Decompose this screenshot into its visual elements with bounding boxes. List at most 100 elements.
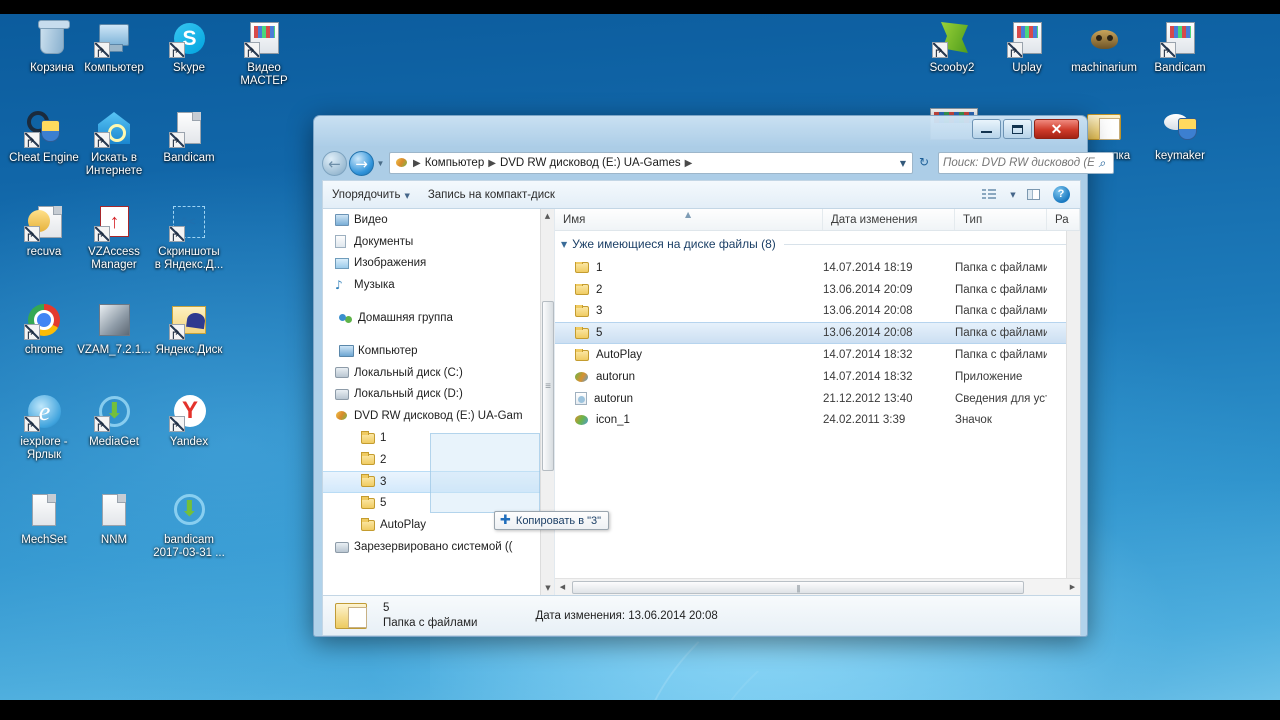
desktop-icon-video-master[interactable]: Видео МАСТЕР (220, 18, 308, 88)
address-dropdown-button[interactable]: ▼ (896, 159, 910, 168)
details-pane[interactable]: 5 Папка с файлами Дата изменения: 13.06.… (322, 596, 1081, 636)
nav-item-документы[interactable]: Документы (323, 231, 541, 253)
desktop-icon-yandex-screenshots[interactable]: Скриншоты в Яндекс.Д... (145, 202, 233, 272)
nav-item-dvd-rw-дисковод-e-ua-gam[interactable]: DVD RW дисковод (E:) UA-Gam (323, 405, 541, 427)
nav-item-1[interactable]: 1 (323, 427, 541, 449)
window-titlebar[interactable]: ✕ (314, 116, 1087, 146)
drive-icon (335, 388, 354, 400)
file-date-cell: 24.02.2011 3:39 (823, 414, 906, 427)
table-row[interactable]: 2 13.06.2014 20:09 Папка с файлами (555, 279, 1080, 301)
address-bar[interactable]: ▶ Компьютер ▶ DVD RW дисковод (E:) UA-Ga… (389, 152, 913, 174)
table-row[interactable]: AutoPlay 14.07.2014 18:32 Папка с файлами (555, 344, 1080, 366)
desktop-icon-keymaker[interactable]: keymaker (1136, 106, 1224, 163)
collapse-triangle-icon[interactable]: ▼ (561, 240, 567, 249)
table-row[interactable]: autorun 14.07.2014 18:32 Приложение (555, 366, 1080, 388)
folder-icon (361, 495, 380, 509)
chrome-icon (24, 300, 64, 343)
desktop-icon-uplay[interactable]: Uplay (983, 18, 1071, 75)
address-bar-row[interactable]: ← → ▼ ▶ Компьютер ▶ DVD RW дисковод (E:)… (314, 146, 1114, 180)
desktop-icon-bandicam[interactable]: Bandicam (145, 108, 233, 165)
close-button[interactable]: ✕ (1034, 119, 1079, 139)
file-list-vertical-scrollbar[interactable] (1066, 231, 1080, 578)
table-row[interactable]: 3 13.06.2014 20:08 Папка с файлами (555, 301, 1080, 323)
breadcrumb-dvd-drive[interactable]: DVD RW дисковод (E:) UA-Games (498, 157, 683, 169)
nav-scrollbar-thumb[interactable] (542, 301, 554, 471)
file-list-pane[interactable]: ▲ Имя Дата изменения Тип Ра ▼ Уже имеющи… (555, 209, 1080, 595)
recent-pages-button[interactable]: ▼ (374, 159, 387, 168)
command-toolbar[interactable]: Упорядочить ▼ Запись на компакт-диск ▼ ? (322, 180, 1081, 208)
forward-button[interactable]: → (349, 150, 374, 176)
file-list-horizontal-scrollbar[interactable]: ◀ ▶ (555, 578, 1080, 595)
organize-label: Упорядочить (332, 188, 401, 201)
table-row[interactable]: 5 13.06.2014 20:08 Папка с файлами (555, 322, 1080, 345)
file-type-cell: Папка с файлами (955, 327, 1047, 340)
search-input[interactable]: Поиск: DVD RW дисковод (E:... (943, 157, 1095, 169)
nav-item-3[interactable]: 3 (323, 470, 541, 493)
preview-pane-button[interactable] (1020, 184, 1046, 206)
desktop-icon-yandex-browser[interactable]: Y Yandex (145, 392, 233, 449)
new-folder-icon (1084, 106, 1124, 146)
nav-item-изображения[interactable]: Изображения (323, 253, 541, 275)
horizontal-scrollbar-thumb[interactable] (572, 580, 1024, 594)
desktop-icon-yandex-disk[interactable]: Яндекс.Диск (145, 300, 233, 357)
back-button[interactable]: ← (322, 150, 347, 176)
toolbar-right-group[interactable]: ▼ ? (976, 184, 1080, 206)
navigation-pane[interactable]: Видео Документы Изображения Музыка Домашняя … (323, 209, 555, 595)
column-header-date[interactable]: Дата изменения (823, 209, 955, 230)
nav-item-домашняя-группа[interactable]: Домашняя группа (323, 307, 541, 329)
search-icon[interactable]: ⌕ (1095, 156, 1109, 171)
column-headers[interactable]: ▲ Имя Дата изменения Тип Ра (555, 209, 1080, 231)
table-row[interactable]: autorun 21.12.2012 13:40 Сведения для уст.… (555, 388, 1080, 410)
group-header[interactable]: ▼ Уже имеющиеся на диске файлы (8) (555, 231, 1080, 257)
search-box[interactable]: Поиск: DVD RW дисковод (E:... ⌕ (938, 152, 1114, 174)
nav-pane-scrollbar[interactable]: ▲ ▼ (540, 209, 554, 595)
nav-item-музыка[interactable]: Музыка (323, 274, 541, 296)
desktop-icon-label: Яндекс.Диск (155, 344, 223, 356)
desktop-icon-machinarium[interactable]: machinarium (1060, 18, 1148, 75)
desktop-icon-label: Скриншоты в Яндекс.Д... (154, 246, 224, 271)
nav-item-локальный-диск-c[interactable]: Локальный диск (C:) (323, 362, 541, 384)
change-view-button[interactable] (976, 184, 1002, 206)
navigation-tree[interactable]: Видео Документы Изображения Музыка Домашняя … (323, 209, 541, 558)
scroll-down-arrow[interactable]: ▼ (541, 581, 554, 595)
folder-icon (575, 283, 589, 296)
help-button[interactable]: ? (1048, 184, 1074, 206)
column-label: Тип (963, 213, 983, 226)
file-type-cell: Приложение (955, 370, 1023, 383)
scroll-left-arrow[interactable]: ◀ (555, 583, 570, 591)
scroll-right-arrow[interactable]: ▶ (1065, 583, 1080, 591)
table-row[interactable]: 1 14.07.2014 18:19 Папка с файлами (555, 257, 1080, 279)
desktop-icon-label: keymaker (1155, 150, 1205, 162)
nav-item-2[interactable]: 2 (323, 449, 541, 471)
nav-item-видео[interactable]: Видео (323, 209, 541, 231)
desktop-icon-bandicam-right[interactable]: Bandicam (1136, 18, 1224, 75)
minimize-button[interactable] (972, 119, 1001, 139)
table-row[interactable]: icon_1 24.02.2011 3:39 Значок (555, 410, 1080, 432)
column-header-size[interactable]: Ра (1047, 209, 1080, 230)
scroll-up-arrow[interactable]: ▲ (541, 209, 554, 223)
burn-to-disc-button[interactable]: Запись на компакт-диск (419, 183, 564, 207)
organize-button[interactable]: Упорядочить ▼ (323, 183, 419, 207)
desktop-icon-bandicam-recording[interactable]: bandicam 2017-03-31 ... (145, 490, 233, 560)
nav-item-локальный-диск-d[interactable]: Локальный диск (D:) (323, 384, 541, 406)
explorer-window[interactable]: ✕ ← → ▼ ▶ Компьютер ▶ DVD RW дисковод (E… (313, 115, 1114, 637)
view-dropdown-button[interactable]: ▼ (1004, 184, 1018, 206)
desktop-icon-label: bandicam 2017-03-31 ... (153, 534, 225, 559)
nav-item-label: AutoPlay (380, 519, 427, 532)
file-rows[interactable]: 1 14.07.2014 18:19 Папка с файлами 2 13.06.2… (555, 257, 1080, 431)
nav-item-label: 3 (380, 475, 387, 488)
nnm-icon (94, 490, 134, 530)
nav-item-компьютер[interactable]: Компьютер (323, 340, 541, 362)
nav-item-зарезервировано-системой[interactable]: Зарезервировано системой (( (323, 536, 541, 558)
column-header-name[interactable]: ▲ Имя (555, 209, 823, 230)
setup-information-icon (575, 392, 587, 406)
column-header-type[interactable]: Тип (955, 209, 1047, 230)
nav-group-gap (323, 296, 541, 307)
maximize-button[interactable] (1003, 119, 1032, 139)
file-name-cell: 3 (555, 305, 823, 317)
breadcrumb-computer[interactable]: Компьютер (423, 157, 487, 169)
refresh-button[interactable]: ↻ (913, 152, 935, 174)
chevron-down-icon: ▼ (404, 191, 410, 200)
desktop-icon-label: Uplay (1012, 62, 1042, 74)
mediaget-icon (94, 392, 134, 435)
